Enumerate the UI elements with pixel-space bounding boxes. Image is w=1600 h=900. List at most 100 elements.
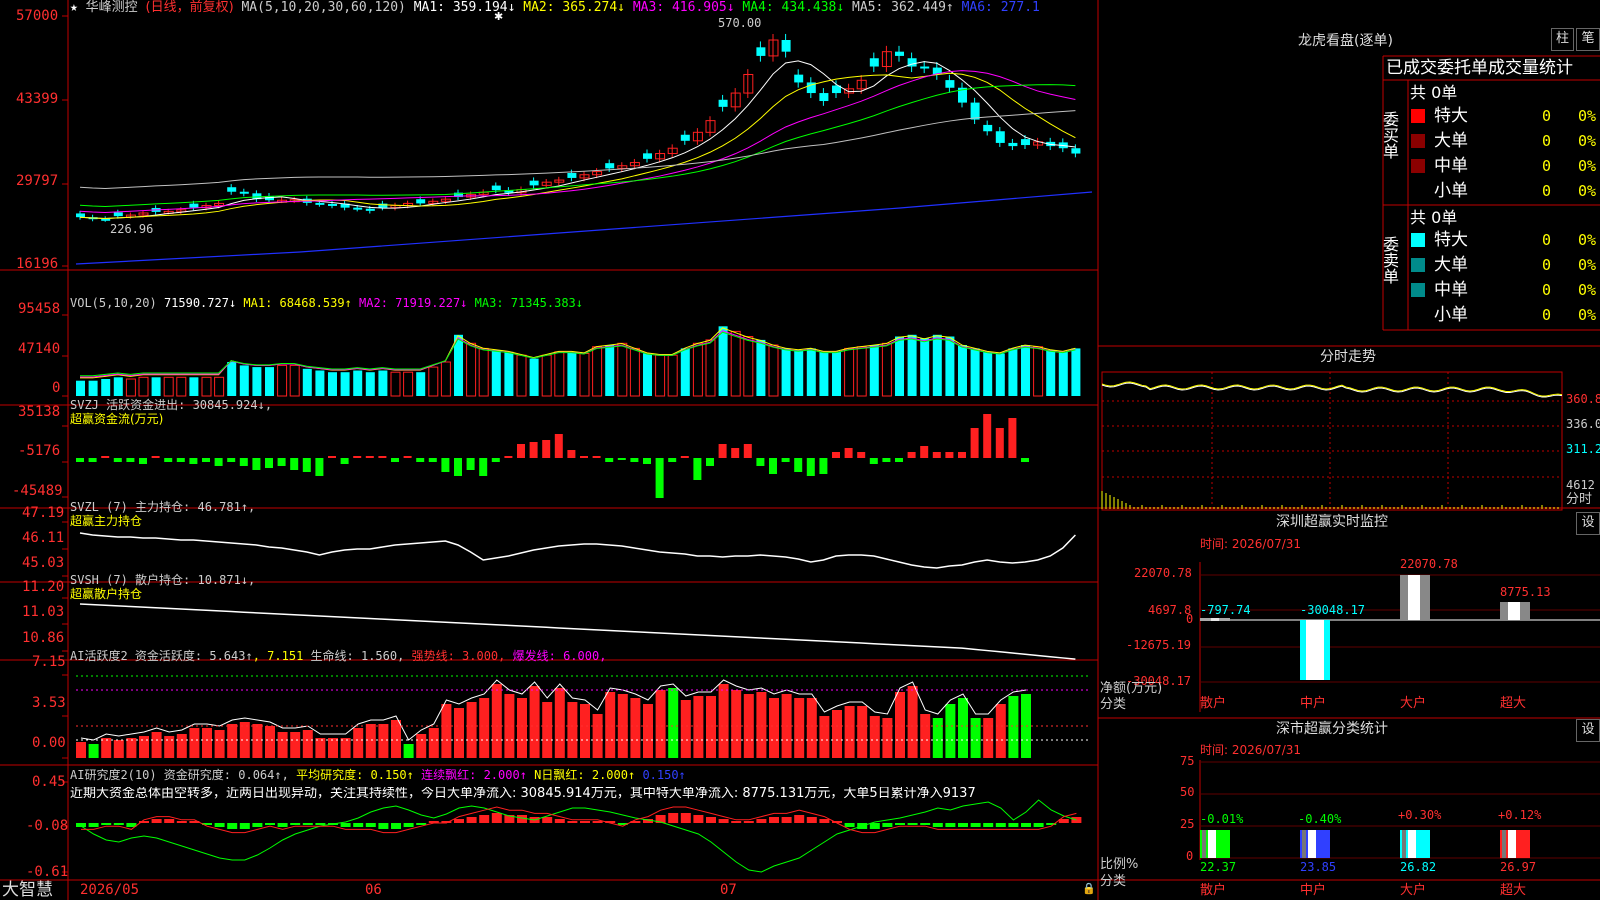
fund-outflow-bar xyxy=(164,458,173,462)
activity-bar xyxy=(416,734,427,758)
activity-bar xyxy=(907,686,918,758)
ma1-value: MA1: 359.194↓ xyxy=(413,0,516,15)
trade-stat-tabs[interactable]: 已成交委托单成交量统计 xyxy=(1386,58,1600,78)
order-size-name: 特大 xyxy=(1434,106,1468,126)
lock-icon[interactable]: 🔒 xyxy=(1082,882,1096,896)
fund-outflow-bar xyxy=(340,458,349,464)
research-bar xyxy=(869,823,880,829)
volume-bar-down xyxy=(958,345,967,396)
activity-bar xyxy=(378,724,389,758)
star-icon[interactable]: ★ xyxy=(70,0,78,15)
order-size-percent: 0% xyxy=(1578,157,1597,175)
volume-bar-down xyxy=(1058,351,1068,396)
stock-name: 华峰测控 xyxy=(85,0,138,15)
order-size-percent: 0% xyxy=(1578,306,1597,324)
fund-inflow-bar xyxy=(378,456,387,458)
volume-bar-down xyxy=(1021,345,1030,396)
monitor-settings-button[interactable]: 设 xyxy=(1576,512,1600,535)
research-bar xyxy=(290,823,301,825)
order-size-swatch xyxy=(1411,134,1425,148)
stat-bar-shine xyxy=(1408,830,1416,858)
candle-down xyxy=(315,202,325,205)
stat-bar-shine xyxy=(1308,830,1316,858)
ai2-last: 0.150↑ xyxy=(642,768,686,782)
ma2-value: MA2: 365.274↓ xyxy=(523,0,626,15)
volume-bar-down xyxy=(970,348,980,396)
fund-inflow-bar xyxy=(580,456,588,458)
ai2-header: AI研究度2(10) 资金研究度: 0.064↑, 平均研究度: 0.150↑ … xyxy=(70,768,686,782)
price-axis-2: 43399 xyxy=(16,91,59,107)
stat-cat-super: 超大 xyxy=(1500,883,1527,898)
research-bar xyxy=(479,815,490,823)
research-line xyxy=(80,799,1077,873)
volume-bar-down xyxy=(832,351,841,396)
activity-bar xyxy=(769,698,779,758)
candle-down xyxy=(239,191,249,194)
volume-bar-up xyxy=(881,342,892,397)
svsh-axis-1: 11.20 xyxy=(22,579,65,595)
fund-inflow-bar xyxy=(970,428,979,458)
research-bar xyxy=(706,817,716,823)
stat-bar-shade xyxy=(1302,830,1306,858)
xaxis-label-jul: 07 xyxy=(720,882,737,898)
activity-bar xyxy=(920,714,931,758)
price-axis-4: 16196 xyxy=(16,256,59,272)
monitor-bar-large-shine xyxy=(1408,575,1420,620)
volume-bar-up xyxy=(516,354,527,397)
svsh-sub: 超赢散户持仓 xyxy=(70,587,143,601)
research-bar xyxy=(819,819,830,823)
activity-bar xyxy=(945,704,956,758)
vol-title: VOL(5,10,20) xyxy=(70,296,157,310)
svzj-sub: 超赢资金流(万元) xyxy=(70,412,164,426)
candle-down xyxy=(491,185,501,191)
research-bar xyxy=(252,823,263,827)
order-size-swatch xyxy=(1411,109,1425,123)
fund-outflow-bar xyxy=(239,458,248,466)
volume-bar-down xyxy=(718,326,728,396)
ai2-comment: 近期大资金总体由空转多，近两日出现异动，关注其持续性，今日大单净流入: 3084… xyxy=(70,787,976,801)
stat-settings-button[interactable]: 设 xyxy=(1576,719,1600,742)
research-bar xyxy=(151,819,162,823)
activity-bar xyxy=(139,736,149,758)
activity-bar xyxy=(806,698,817,758)
volume-bar-up xyxy=(478,347,489,397)
volume-bar-up xyxy=(579,353,590,397)
activity-bar xyxy=(340,738,351,758)
fund-outflow-bar xyxy=(227,458,236,462)
order-size-count: 0 xyxy=(1542,231,1552,249)
intraday-axis-3: 311.2 xyxy=(1566,442,1600,456)
activity-bar xyxy=(857,706,868,758)
bar-mode-button[interactable]: 柱 xyxy=(1551,28,1574,51)
fund-outflow-bar xyxy=(277,458,286,466)
candle-down xyxy=(945,80,955,88)
monitor-val-mid: -30048.17 xyxy=(1300,603,1366,617)
volume-bar-up xyxy=(844,347,855,397)
kline-chart-canvas[interactable]: ✱ xyxy=(0,0,1600,900)
volume-bar-down xyxy=(781,348,791,396)
ai1-strong: 强势线: 3.000, xyxy=(411,649,506,663)
period-label[interactable]: (日线，前复权) xyxy=(146,0,234,15)
stat-bar-shine xyxy=(1208,830,1216,858)
activity-bar xyxy=(315,738,326,758)
stat-change-super: +0.12% xyxy=(1498,808,1542,822)
price-axis-3: 29797 xyxy=(16,173,59,189)
volume-bar-down xyxy=(491,350,501,396)
research-bar xyxy=(454,819,464,823)
ai1-title: AI活跃度2 资金活跃度: 5.643↑ xyxy=(70,649,253,663)
fund-inflow-bar xyxy=(504,456,513,458)
volume-bar-down xyxy=(101,379,111,396)
vol-value: 71590.727↓ xyxy=(163,296,237,310)
volume-bar-down xyxy=(932,334,942,396)
activity-bar xyxy=(365,724,376,758)
svzj-axis-2: -5176 xyxy=(18,443,61,459)
stat-value-super: 26.97 xyxy=(1500,860,1537,874)
fund-outflow-bar xyxy=(819,458,828,474)
monitor-bar-mid-shine xyxy=(1306,620,1324,680)
volume-bar-up xyxy=(214,376,225,397)
fund-inflow-bar xyxy=(731,448,740,458)
buy-total: 共 0单 xyxy=(1410,83,1458,102)
pen-mode-button[interactable]: 笔 xyxy=(1576,28,1600,51)
activity-bar xyxy=(517,698,527,758)
fund-outflow-bar xyxy=(76,458,84,462)
research-bar xyxy=(491,813,502,823)
